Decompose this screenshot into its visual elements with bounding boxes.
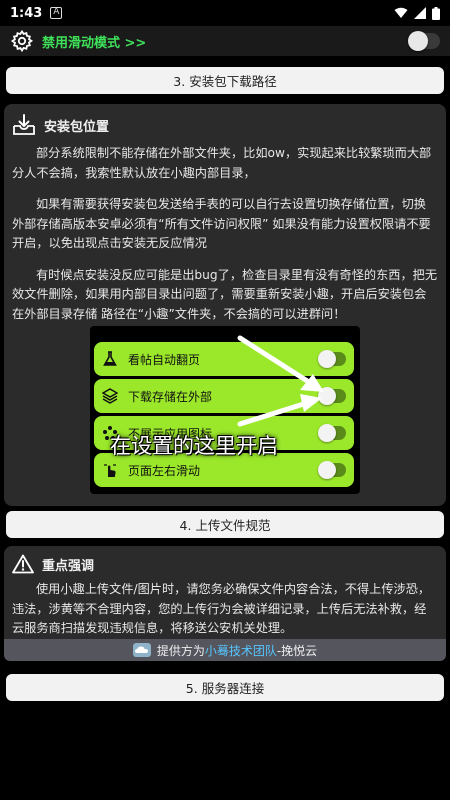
settings-tutorial-image: 看帖自动翻页 下载存储在外部 不展示应用图标 页面左右滑动 在设置的这里开启 (90, 326, 360, 494)
install-paragraph-1: 部分系统限制不能存储在外部文件夹，比如ow，实现起来比较繁琐而大部分人不会搞，我… (12, 146, 432, 180)
tutorial-overlay-text: 在设置的这里开启 (110, 434, 278, 458)
status-bar: 1:43 A (0, 0, 450, 26)
signal-icon (414, 7, 426, 19)
gear-icon[interactable] (10, 29, 34, 53)
status-icons (394, 6, 440, 20)
warning-card-title: 重点强调 (42, 558, 95, 574)
battery-icon (432, 6, 440, 20)
notification-icon: A (50, 7, 63, 19)
provider-prefix: 提供方为 (156, 643, 205, 658)
section-install-path-button[interactable]: 3. 安装包下载路径 (6, 67, 444, 94)
install-paragraph-2: 如果有需要获得安装包发送给手表的可以自行去设置切换存储位置，切换外部存储高版本安… (12, 197, 431, 250)
provider-team-link[interactable]: 小蓦技术团队 (205, 642, 277, 659)
slide-mode-row: 禁用滑动模式 >> (0, 26, 450, 56)
install-card-title: 安装包位置 (44, 119, 110, 135)
cloud-icon (132, 643, 151, 657)
pointer-arrows (237, 335, 324, 427)
provider-suffix: -挽悦云 (276, 643, 318, 658)
download-tray-icon (13, 114, 35, 135)
install-paragraph-3: 有时候点安装没反应可能是出bug了，检查目录里有没有奇怪的东西，把无效文件删除，… (12, 267, 438, 321)
warning-icon (12, 554, 34, 574)
provider-strip: 提供方为 小蓦技术团队 -挽悦云 (4, 639, 446, 661)
section-server-button[interactable]: 5. 服务器连接 (6, 674, 444, 701)
slide-mode-label[interactable]: 禁用滑动模式 >> (42, 32, 146, 51)
slide-mode-toggle[interactable] (408, 31, 440, 51)
status-time: 1:43 (10, 5, 43, 21)
wifi-icon (394, 7, 408, 18)
section-upload-rules-button[interactable]: 4. 上传文件规范 (6, 511, 444, 538)
warning-text: 使用小趣上传文件/图片时，请您务必确保文件内容合法，不得上传涉恐，违法，涉黄等不… (12, 582, 431, 635)
